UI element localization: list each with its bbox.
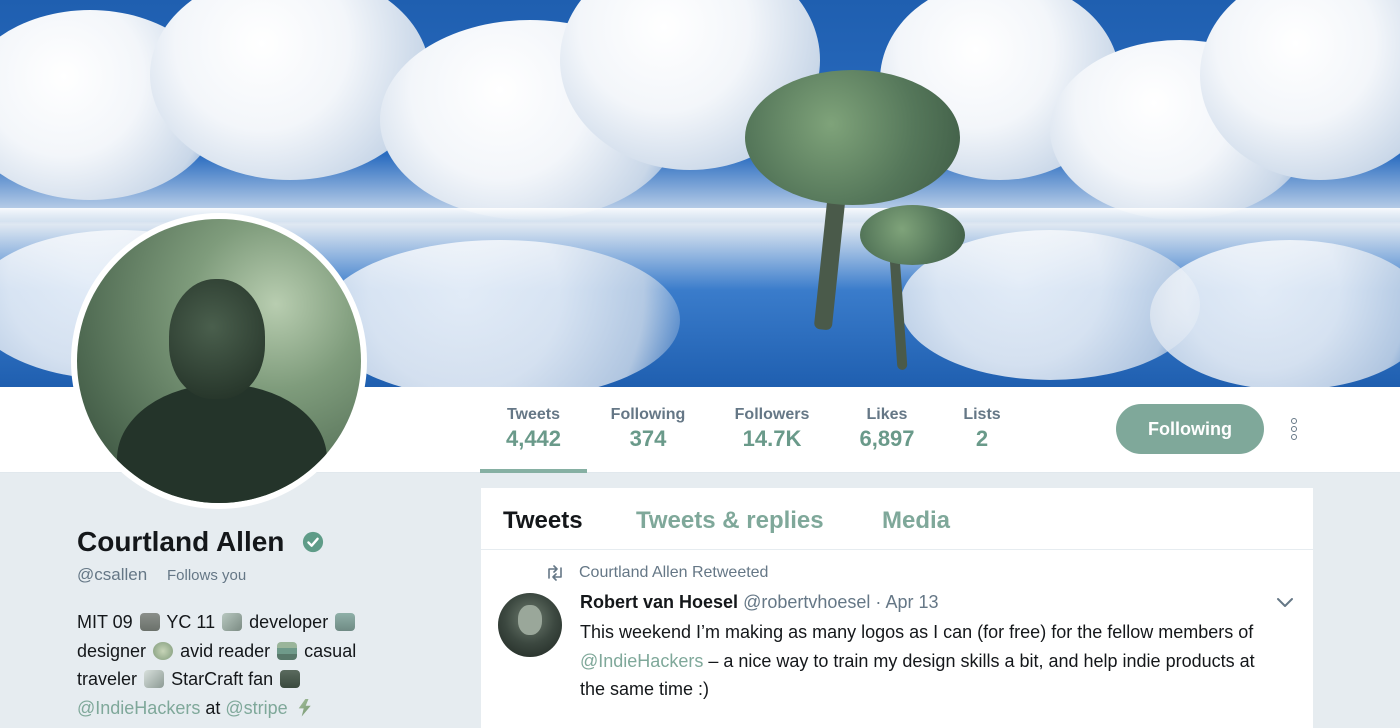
chevron-down-icon[interactable] — [1276, 596, 1294, 608]
books-icon — [277, 641, 298, 660]
laptop-icon — [335, 613, 356, 631]
tweet-text-part: This weekend I’m making as many logos as… — [580, 622, 1254, 642]
tweet-separator: · — [875, 592, 882, 612]
follows-you-badge: Follows you — [167, 567, 247, 584]
bio-text: YC 11 — [166, 612, 216, 632]
stat-label: Lists — [963, 406, 1001, 423]
following-button[interactable]: Following — [1116, 404, 1264, 454]
tweet-author-name[interactable]: Robert van Hoesel — [580, 592, 738, 612]
artist-palette-icon — [153, 641, 174, 660]
bio-text: casual — [304, 640, 357, 661]
timeline: Tweets Tweets & replies Media Courtland … — [481, 488, 1313, 728]
stat-following[interactable]: Following 374 — [600, 387, 696, 473]
rocket-icon — [222, 613, 243, 631]
profile-handle: @csallen — [77, 565, 148, 584]
bio-text: designer — [77, 640, 147, 661]
tab-tweets[interactable]: Tweets — [503, 507, 583, 535]
stat-label: Tweets — [506, 406, 561, 423]
retweet-label[interactable]: Courtland Allen Retweeted — [579, 564, 768, 582]
bio-text: MIT 09 — [77, 612, 133, 632]
bio-text: avid reader — [180, 640, 271, 661]
stat-value: 2 — [975, 426, 989, 451]
profile-name: Courtland Allen — [77, 526, 285, 557]
tab-tweets-replies[interactable]: Tweets & replies — [636, 507, 824, 535]
bio-text: developer — [249, 612, 329, 632]
retweet-icon — [548, 565, 562, 581]
bio-text: traveler — [77, 669, 138, 689]
stat-value: 374 — [629, 426, 667, 451]
stat-value: 4,442 — [505, 426, 562, 451]
bio-text: StarCraft fan — [171, 669, 274, 689]
tab-media[interactable]: Media — [882, 507, 950, 535]
stat-likes[interactable]: Likes 6,897 — [848, 387, 926, 473]
verified-badge-icon — [302, 531, 324, 553]
tweet-header: Robert van Hoesel @robertvhoesel · Apr 1… — [580, 592, 938, 613]
stat-label: Likes — [866, 406, 908, 423]
bio-text: at — [205, 697, 221, 718]
stat-label: Followers — [734, 406, 810, 423]
stat-value: 14.7K — [742, 426, 802, 451]
classical-building-icon — [139, 613, 160, 631]
stat-value: 6,897 — [859, 426, 915, 451]
profile-avatar[interactable] — [71, 213, 367, 509]
stat-followers[interactable]: Followers 14.7K — [724, 387, 820, 473]
stat-lists[interactable]: Lists 2 — [954, 387, 1010, 473]
mention-link[interactable]: @IndieHackers — [77, 698, 200, 718]
tweet-author-avatar[interactable] — [498, 593, 562, 657]
more-options-icon[interactable] — [1284, 418, 1304, 444]
profile-bio: MIT 09 YC 11 developer designer avid rea… — [77, 608, 407, 722]
tweet-author-handle[interactable]: @robertvhoesel — [743, 592, 870, 612]
timeline-tabs: Tweets Tweets & replies Media — [481, 488, 1313, 550]
mention-link[interactable]: @stripe — [225, 698, 287, 718]
tweet-date[interactable]: Apr 13 — [885, 592, 938, 612]
stat-tweets[interactable]: Tweets 4,442 — [480, 387, 587, 473]
stat-label: Following — [610, 406, 686, 423]
tweet-text: This weekend I’m making as many logos as… — [580, 618, 1280, 704]
mention-link[interactable]: @IndieHackers — [580, 651, 703, 671]
airplane-icon — [144, 670, 165, 688]
lightning-icon — [298, 698, 311, 717]
alien-monster-icon — [280, 670, 301, 688]
